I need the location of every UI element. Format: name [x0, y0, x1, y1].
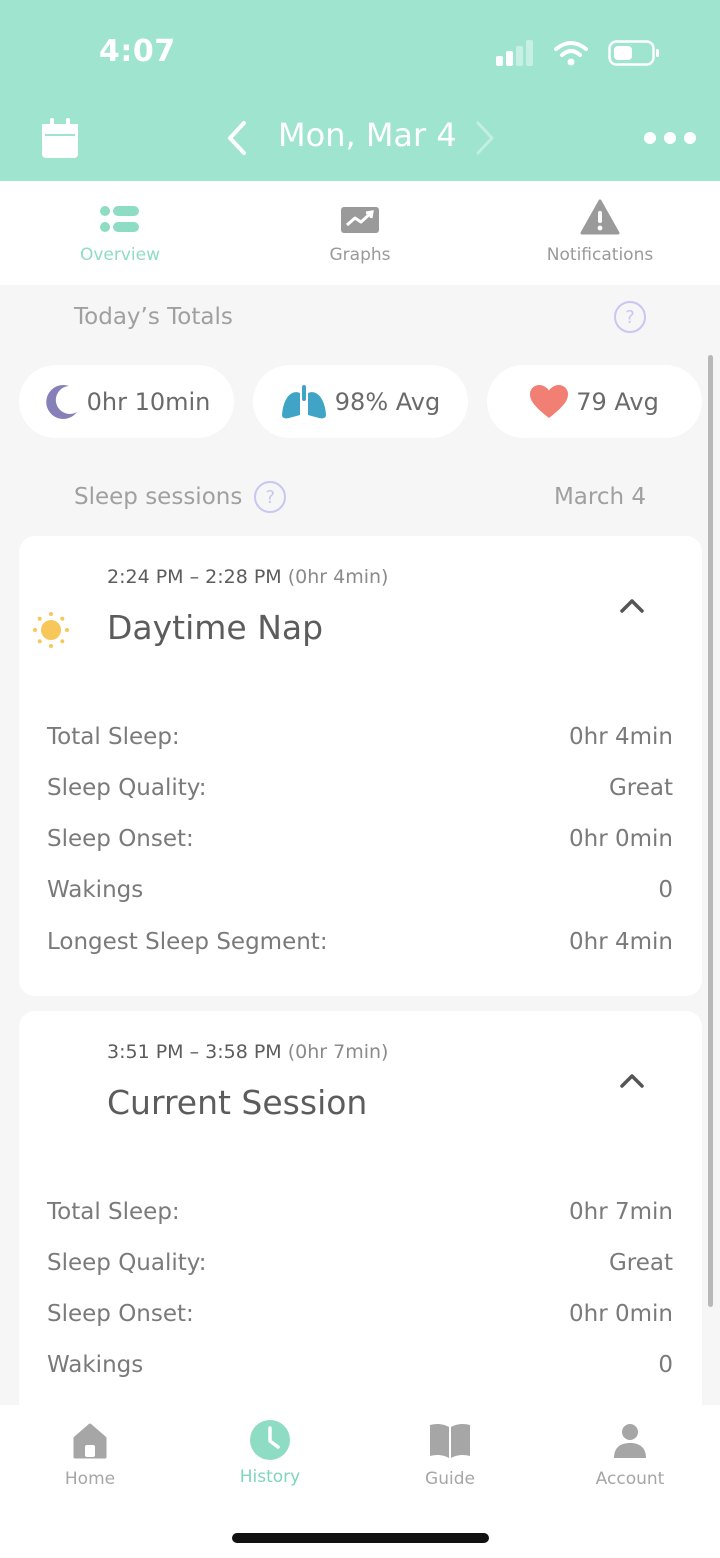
- stat-value: 0hr 4min: [569, 724, 673, 750]
- bottom-nav: Home History Guide Account: [0, 1405, 720, 1558]
- sun-icon: [33, 612, 69, 648]
- stat-label: Sleep Quality:: [47, 1250, 207, 1276]
- clock-icon: [250, 1420, 290, 1460]
- stat-row-sleep-quality: Sleep Quality: Great: [47, 1250, 673, 1276]
- stat-label: Longest Sleep Segment:: [47, 929, 328, 955]
- totals-header: Today’s Totals ?: [74, 301, 646, 333]
- warning-icon: [580, 199, 620, 235]
- chart-icon: [341, 207, 379, 233]
- chevron-up-icon[interactable]: [619, 598, 645, 614]
- chevron-left-icon[interactable]: [226, 120, 248, 156]
- wifi-icon: [554, 41, 588, 66]
- calendar-icon[interactable]: [42, 118, 78, 158]
- stat-row-sleep-onset: Sleep Onset: 0hr 0min: [47, 826, 673, 852]
- session-time: 2:24 PM – 2:28 PM: [107, 566, 282, 588]
- stat-label: Sleep Onset:: [47, 1301, 194, 1327]
- chevron-up-icon[interactable]: [619, 1073, 645, 1089]
- session-time-range: 3:51 PM – 3:58 PM (0hr 7min): [107, 1041, 388, 1063]
- session-time-range: 2:24 PM – 2:28 PM (0hr 4min): [107, 566, 388, 588]
- person-icon: [614, 1424, 646, 1458]
- app-header: 4:07 Mon, Mar 4: [0, 0, 720, 181]
- nav-home[interactable]: Home: [0, 1405, 180, 1489]
- tab-graphs[interactable]: Graphs: [240, 181, 480, 285]
- status-icons: [496, 40, 660, 66]
- list-icon: [100, 206, 139, 232]
- chevron-right-icon: [476, 121, 494, 155]
- status-time: 4:07: [99, 34, 176, 69]
- nav-history[interactable]: History: [180, 1405, 360, 1489]
- heart-icon: [530, 384, 569, 418]
- heart-rate-pill: 79 Avg: [487, 365, 702, 438]
- stat-label: Wakings: [47, 1352, 144, 1378]
- sessions-header: Sleep sessions ? March 4: [74, 481, 646, 513]
- book-icon: [430, 1423, 470, 1458]
- heart-rate-value: 79 Avg: [576, 387, 659, 416]
- stat-value: Great: [608, 775, 673, 801]
- home-indicator[interactable]: [232, 1533, 489, 1543]
- view-tabs: Overview Graphs Notifications: [0, 181, 720, 285]
- stat-row-wakings: Wakings 0: [47, 1352, 673, 1378]
- sessions-help-icon[interactable]: ?: [254, 481, 287, 513]
- signal-icon: [496, 40, 533, 66]
- stat-row-sleep-onset: Sleep Onset: 0hr 0min: [47, 1301, 673, 1327]
- tab-overview-label: Overview: [79, 245, 161, 265]
- session-duration: (0hr 4min): [287, 566, 389, 588]
- stat-row-total-sleep: Total Sleep: 0hr 4min: [47, 724, 673, 750]
- sleep-total-value: 0hr 10min: [86, 387, 211, 416]
- session-card[interactable]: 2:24 PM – 2:28 PM (0hr 4min) Daytime Nap…: [19, 536, 702, 996]
- overview-content[interactable]: Today’s Totals ? 0hr 10min 98% Avg 79 Av…: [0, 285, 720, 1405]
- stat-value: 0hr 0min: [569, 1301, 673, 1327]
- battery-icon: [608, 40, 659, 66]
- session-time: 3:51 PM – 3:58 PM: [107, 1041, 282, 1063]
- stat-label: Total Sleep:: [47, 724, 180, 750]
- stat-value: 0hr 0min: [569, 826, 673, 852]
- stat-value: 0: [658, 877, 673, 903]
- stat-row-wakings: Wakings 0: [47, 877, 673, 903]
- more-options-icon[interactable]: [644, 132, 696, 144]
- stat-label: Sleep Onset:: [47, 826, 194, 852]
- nav-history-label: History: [239, 1467, 301, 1487]
- nav-guide[interactable]: Guide: [360, 1405, 540, 1489]
- stat-value: 0: [658, 1352, 673, 1378]
- stat-value: Great: [608, 1250, 673, 1276]
- sessions-title-group: Sleep sessions ?: [74, 481, 287, 513]
- tab-notifications-label: Notifications: [546, 245, 654, 265]
- session-duration: (0hr 7min): [287, 1041, 389, 1063]
- stat-value: 0hr 7min: [569, 1199, 673, 1225]
- stat-label: Total Sleep:: [47, 1199, 180, 1225]
- moon-icon: [45, 384, 77, 419]
- totals-help-icon[interactable]: ?: [614, 301, 646, 333]
- date-nav-bar: Mon, Mar 4: [0, 110, 720, 170]
- home-icon: [73, 1423, 107, 1459]
- scrollbar[interactable]: [708, 355, 713, 1307]
- lungs-icon: [281, 384, 326, 418]
- stat-label: Sleep Quality:: [47, 775, 207, 801]
- nav-account[interactable]: Account: [540, 1405, 720, 1489]
- sleep-total-pill: 0hr 10min: [19, 365, 234, 438]
- nav-home-label: Home: [64, 1469, 116, 1489]
- session-title: Current Session: [107, 1083, 368, 1122]
- session-card[interactable]: 3:51 PM – 3:58 PM (0hr 7min) Current Ses…: [19, 1011, 702, 1405]
- nav-guide-label: Guide: [425, 1469, 475, 1489]
- oxygen-pill: 98% Avg: [253, 365, 468, 438]
- sessions-date: March 4: [553, 484, 646, 510]
- totals-title: Today’s Totals: [74, 304, 233, 330]
- stat-row-total-sleep: Total Sleep: 0hr 7min: [47, 1199, 673, 1225]
- sessions-title: Sleep sessions: [74, 484, 243, 510]
- tab-graphs-label: Graphs: [329, 245, 391, 265]
- session-title: Daytime Nap: [107, 608, 324, 647]
- tab-overview[interactable]: Overview: [0, 181, 240, 285]
- oxygen-value: 98% Avg: [334, 387, 441, 416]
- tab-notifications[interactable]: Notifications: [480, 181, 720, 285]
- stat-label: Wakings: [47, 877, 144, 903]
- nav-account-label: Account: [595, 1469, 665, 1489]
- stat-row-longest-segment: Longest Sleep Segment: 0hr 4min: [47, 929, 673, 955]
- totals-pills: 0hr 10min 98% Avg 79 Avg: [19, 365, 702, 438]
- date-title: Mon, Mar 4: [278, 116, 457, 154]
- stat-value: 0hr 4min: [569, 929, 673, 955]
- stat-row-sleep-quality: Sleep Quality: Great: [47, 775, 673, 801]
